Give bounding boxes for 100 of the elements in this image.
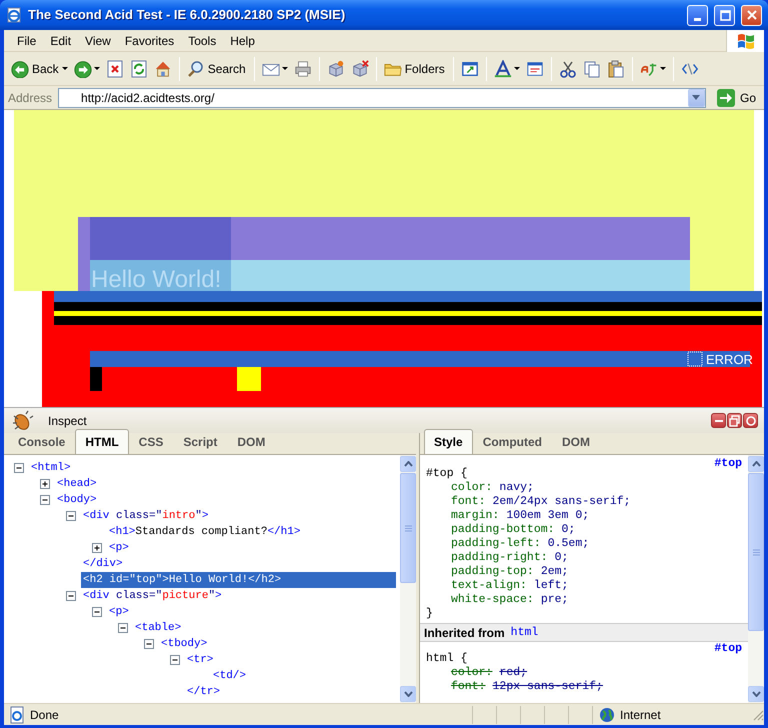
menu-item[interactable]: File — [10, 30, 44, 52]
search-button[interactable]: Search — [184, 56, 250, 80]
tree-node[interactable]: <body> — [55, 492, 396, 508]
tree-node[interactable]: <tbody> — [159, 636, 396, 652]
source-link[interactable]: #top — [714, 642, 742, 655]
tree-node[interactable]: <div class="intro"> — [81, 508, 396, 524]
property-name: font: — [451, 680, 486, 693]
cube-icon — [326, 60, 345, 78]
flag-logo-icon — [736, 32, 756, 50]
arrow-down-icon[interactable] — [404, 691, 412, 697]
menu-item[interactable]: Help — [223, 30, 262, 52]
property-name: padding-bottom: — [451, 523, 555, 536]
scrollbar[interactable] — [400, 455, 416, 703]
property-name: padding-right: — [451, 551, 548, 564]
property-name: margin: — [451, 509, 500, 522]
resize-grip-icon — [752, 708, 764, 720]
home-icon — [154, 60, 172, 78]
menu-item[interactable]: View — [78, 30, 118, 52]
property-value: 100em 3em 0; — [506, 509, 590, 522]
close-icon — [744, 414, 758, 428]
window-icon — [460, 60, 479, 78]
address-label: Address — [8, 90, 52, 106]
minus-icon[interactable] — [66, 591, 76, 601]
tree-node[interactable]: <head> — [55, 476, 396, 492]
tree-node[interactable]: <td/> — [211, 668, 396, 684]
heading-text: Hello World! — [91, 266, 222, 293]
closing-tag: </tr> — [185, 684, 396, 700]
close-button[interactable] — [743, 413, 758, 428]
closing-tag: </div> — [81, 556, 396, 572]
scrollbar[interactable] — [748, 455, 764, 703]
menu-item[interactable]: Edit — [43, 30, 78, 52]
tree-node[interactable]: <h1>Standards compliant?</h1> — [107, 524, 396, 540]
panel-tab[interactable]: Computed — [472, 429, 552, 454]
globe-icon — [599, 706, 615, 722]
arrow-up-icon[interactable] — [404, 461, 412, 467]
minus-icon[interactable] — [92, 607, 102, 617]
grip-icon[interactable] — [404, 524, 412, 532]
menu-item[interactable]: Favorites — [118, 30, 182, 52]
property-name: padding-left: — [451, 537, 541, 550]
minus-icon[interactable] — [118, 623, 128, 633]
property-name: color: — [451, 666, 492, 679]
tree-node[interactable]: <html> — [29, 460, 396, 476]
minus-icon[interactable] — [170, 655, 180, 665]
property-name: color: — [451, 481, 492, 494]
zone-text: Internet — [620, 706, 661, 724]
menu-item[interactable]: Tools — [181, 30, 224, 52]
arrow-left-icon — [11, 60, 29, 78]
property-value: 0; — [554, 551, 568, 564]
tree-node[interactable]: <p> — [107, 540, 396, 556]
plus-icon[interactable] — [40, 479, 50, 489]
source-link[interactable]: #top — [714, 457, 742, 470]
back-button[interactable]: Back — [8, 56, 71, 80]
grip-icon[interactable] — [752, 548, 760, 556]
css-selector: html { — [426, 652, 468, 665]
property-value: pre; — [540, 593, 568, 606]
closing-brace: } — [426, 607, 433, 620]
tree-node[interactable]: <h2 id="top">Hello World!</h2> — [81, 572, 396, 588]
property-value: 2em; — [540, 565, 568, 578]
panel-tab[interactable]: DOM — [227, 429, 276, 454]
minimize-icon — [694, 18, 701, 20]
tree-node[interactable]: <div class="picture"> — [81, 588, 396, 604]
folders-button[interactable]: Folders — [380, 56, 449, 80]
property-value: left; — [534, 579, 568, 592]
panel-tab[interactable]: DOM — [552, 429, 600, 454]
property-value: navy; — [499, 481, 534, 494]
close-icon — [746, 9, 758, 21]
arrow-right-icon — [716, 88, 736, 108]
panel-tab[interactable]: Script — [173, 429, 228, 454]
minus-icon[interactable] — [14, 463, 24, 473]
minimize-button[interactable] — [711, 413, 726, 428]
plus-icon[interactable] — [92, 543, 102, 553]
go-button[interactable]: Go — [712, 88, 760, 108]
panel-tab[interactable]: Console — [8, 429, 76, 454]
tree-node[interactable]: <p> — [107, 604, 396, 620]
font-icon — [494, 60, 512, 78]
tree-node[interactable]: <table> — [133, 620, 396, 636]
property-name: padding-top: — [451, 565, 534, 578]
window-title: The Second Acid Test - IE 6.0.2900.2180 SP2 (MSIE) — [28, 6, 346, 24]
address-field[interactable]: http://acid2.acidtests.org/ — [58, 88, 706, 108]
panel-tab[interactable]: CSS — [128, 429, 174, 454]
arrow-up-icon[interactable] — [752, 461, 760, 467]
paste-icon — [606, 60, 625, 78]
minus-icon[interactable] — [66, 511, 76, 521]
property-name: white-space: — [451, 593, 534, 606]
maximize-button[interactable] — [714, 4, 735, 26]
refresh-icon — [130, 60, 148, 78]
arrow-down-icon[interactable] — [752, 691, 760, 697]
source-link[interactable]: html — [510, 624, 538, 642]
maximize-icon — [718, 9, 730, 21]
browser-logo-icon — [6, 7, 22, 23]
bug-icon — [10, 410, 34, 432]
panel-tab[interactable]: Style — [424, 429, 473, 454]
minus-icon[interactable] — [40, 495, 50, 505]
inspect-button[interactable]: Inspect — [48, 412, 87, 430]
panel-tab[interactable]: HTML — [75, 429, 129, 454]
tree-node[interactable]: <tr> — [185, 652, 396, 668]
css-selector: #top { — [426, 467, 468, 480]
dropdown-button[interactable] — [688, 88, 705, 106]
restore-button[interactable] — [727, 413, 742, 428]
minus-icon[interactable] — [144, 639, 154, 649]
